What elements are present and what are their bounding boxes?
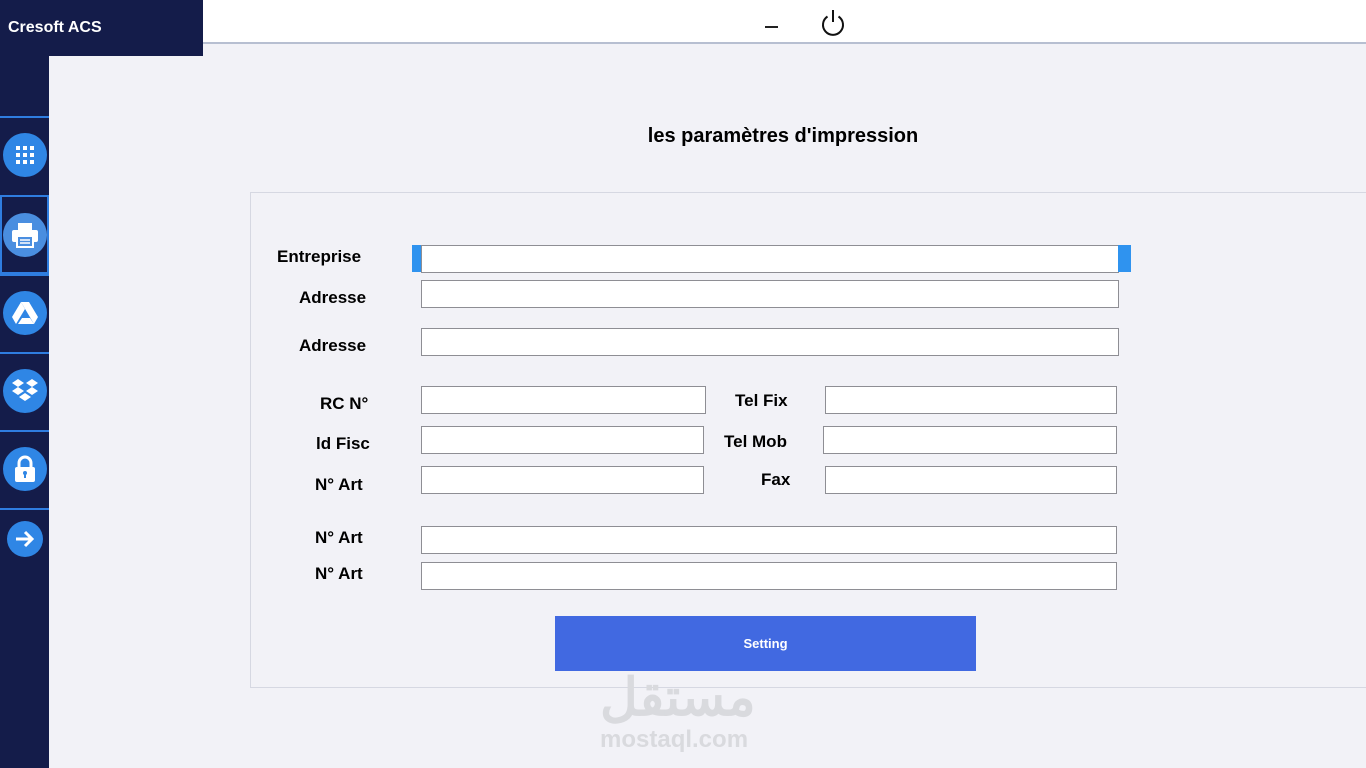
nart-label-2: N° Art bbox=[315, 528, 363, 547]
fax-field[interactable] bbox=[825, 466, 1117, 494]
power-icon[interactable] bbox=[818, 8, 848, 38]
arrow-right-icon bbox=[6, 521, 43, 557]
rc-label: RC N° bbox=[320, 394, 369, 413]
adresse-label-2: Adresse bbox=[299, 336, 367, 355]
top-bar bbox=[203, 0, 1366, 44]
minimize-icon[interactable] bbox=[765, 26, 778, 28]
sidebar-item-apps[interactable] bbox=[0, 116, 49, 192]
setting-button[interactable]: Setting bbox=[555, 616, 976, 671]
telfix-label: Tel Fix bbox=[735, 391, 788, 410]
nart-field-3[interactable] bbox=[421, 562, 1117, 590]
printer-icon bbox=[2, 212, 47, 257]
sidebar-item-drive[interactable] bbox=[0, 274, 49, 350]
watermark-arabic: مستقل bbox=[600, 669, 756, 727]
watermark-latin: mostaql.com bbox=[600, 726, 749, 753]
adresse-field-1[interactable] bbox=[421, 280, 1119, 308]
lock-icon bbox=[2, 447, 47, 491]
app-title: Cresoft ACS bbox=[0, 0, 203, 56]
idfisc-label: ld Fisc bbox=[316, 434, 370, 453]
entreprise-label: Entreprise bbox=[277, 247, 362, 266]
google-drive-icon bbox=[2, 291, 47, 335]
sidebar-item-dropbox[interactable] bbox=[0, 352, 49, 428]
sidebar-item-lock[interactable] bbox=[0, 430, 49, 506]
focus-marker-right bbox=[1118, 245, 1131, 272]
fax-label: Fax bbox=[761, 470, 791, 489]
dropbox-icon bbox=[2, 369, 47, 413]
adresse-label-1: Adresse bbox=[299, 288, 367, 307]
sidebar bbox=[0, 56, 49, 768]
telfix-field[interactable] bbox=[825, 386, 1117, 414]
nart-label-1: N° Art bbox=[315, 475, 363, 494]
nart-label-3: N° Art bbox=[315, 564, 363, 583]
page-title: les paramètres d'impression bbox=[647, 125, 919, 147]
sidebar-item-exit[interactable] bbox=[0, 508, 49, 568]
entreprise-field[interactable] bbox=[421, 245, 1119, 273]
sidebar-item-print[interactable] bbox=[0, 195, 49, 274]
grid-icon bbox=[2, 133, 47, 177]
rc-field[interactable] bbox=[421, 386, 706, 414]
telmob-label: Tel Mob bbox=[724, 432, 787, 451]
idfisc-field[interactable] bbox=[421, 426, 704, 454]
telmob-field[interactable] bbox=[823, 426, 1117, 454]
nart-field-1[interactable] bbox=[421, 466, 704, 494]
nart-field-2[interactable] bbox=[421, 526, 1117, 554]
adresse-field-2[interactable] bbox=[421, 328, 1119, 356]
